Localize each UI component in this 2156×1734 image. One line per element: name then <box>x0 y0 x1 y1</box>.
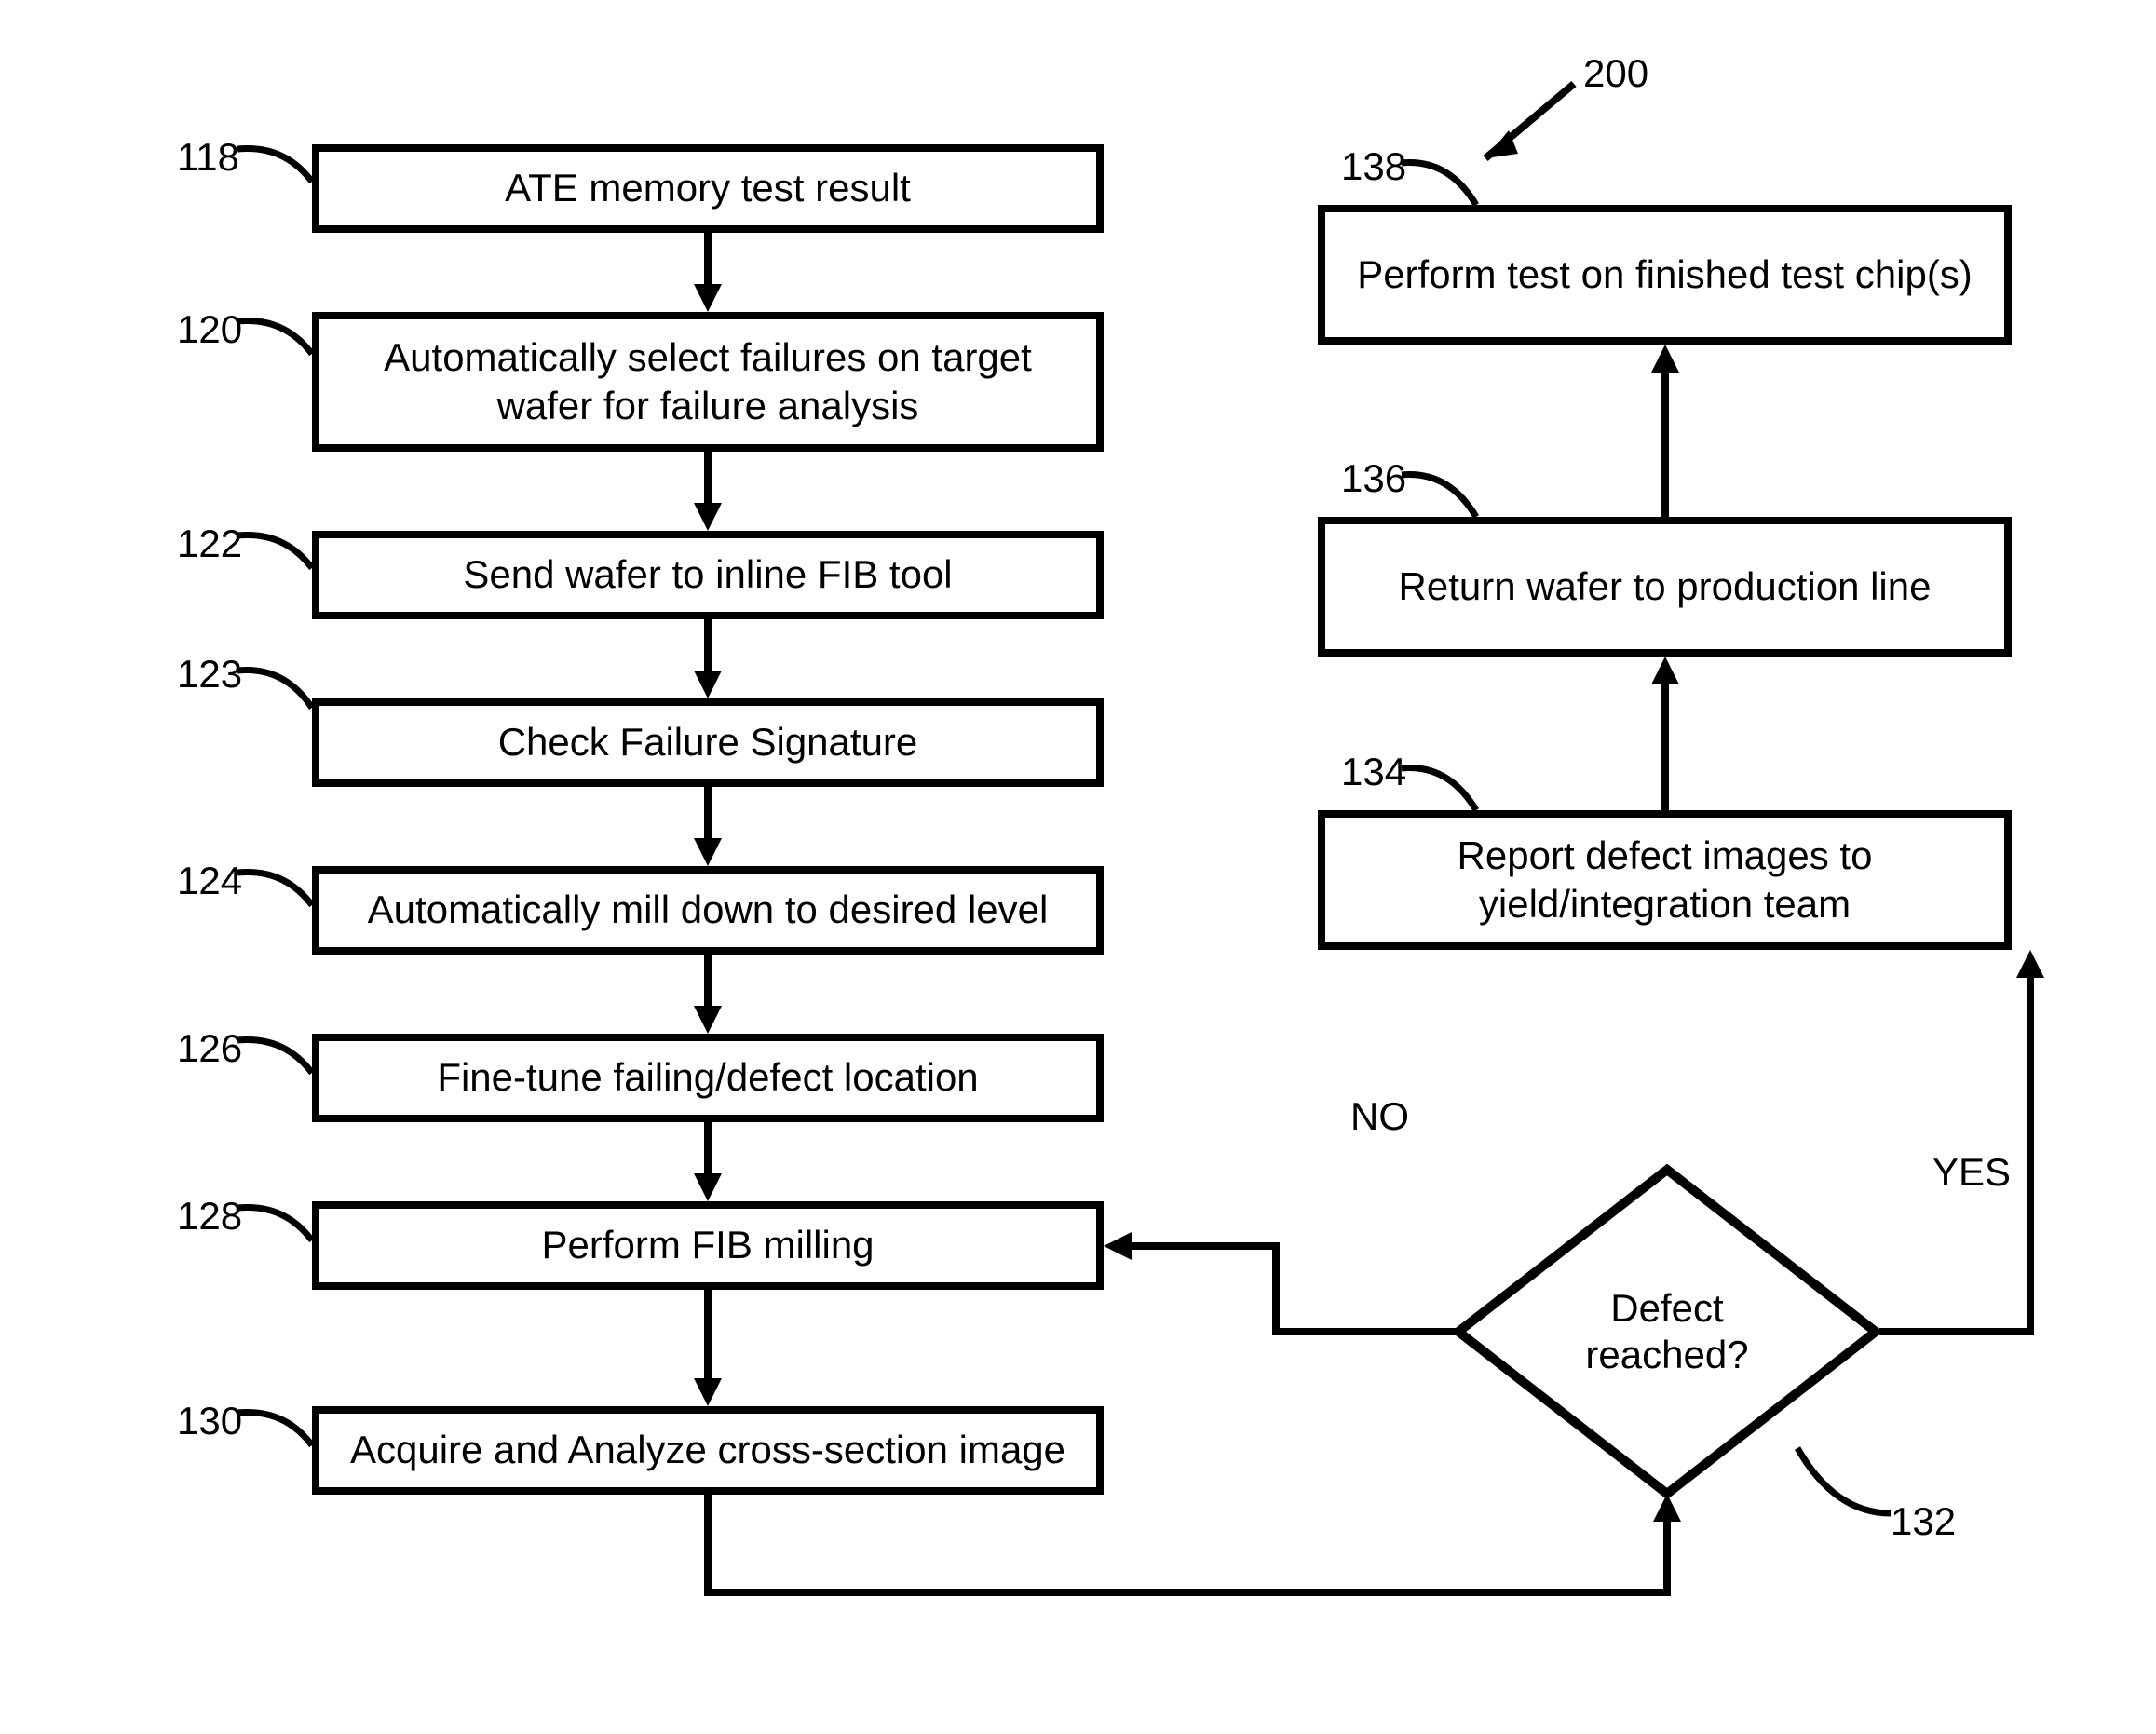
node-138: Perform test on finished test chip(s) <box>1318 205 2012 345</box>
leader-138 <box>1402 154 1485 219</box>
leader-134 <box>1402 759 1485 824</box>
node-124: Automatically mill down to desired level <box>312 866 1104 955</box>
ref-122: 122 <box>177 522 242 566</box>
arrow-134-136 <box>1647 657 1684 815</box>
node-130-text: Acquire and Analyze cross-section image <box>350 1426 1065 1475</box>
arrow-132-no-128 <box>1104 1108 1476 1350</box>
ref-200: 200 <box>1583 51 1648 96</box>
leader-118 <box>237 140 321 196</box>
node-123: Check Failure Signature <box>312 698 1104 787</box>
node-120: Automatically select failures on target … <box>312 312 1104 452</box>
edge-no-label: NO <box>1350 1094 1409 1139</box>
node-134: Report defect images to yield/integratio… <box>1318 810 2012 950</box>
leader-123 <box>237 661 321 717</box>
arrow-124-126 <box>689 955 726 1038</box>
diamond-text-span: Defect reached? <box>1585 1286 1748 1376</box>
node-136: Return wafer to production line <box>1318 517 2012 657</box>
node-134-text: Report defect images to yield/integratio… <box>1344 832 1986 929</box>
node-126: Fine-tune failing/defect location <box>312 1034 1104 1122</box>
node-128: Perform FIB milling <box>312 1201 1104 1290</box>
edge-yes-label: YES <box>1932 1150 2011 1195</box>
arrow-132-yes-134 <box>1872 950 2058 1341</box>
arrow-122-123 <box>689 619 726 703</box>
node-122-text: Send wafer to inline FIB tool <box>463 550 952 600</box>
node-124-text: Automatically mill down to desired level <box>368 886 1049 935</box>
leader-122 <box>237 526 321 582</box>
ref-120: 120 <box>177 307 242 352</box>
leader-136 <box>1402 466 1485 531</box>
node-122: Send wafer to inline FIB tool <box>312 531 1104 619</box>
node-132-text: Defect reached? <box>1565 1285 1770 1379</box>
leader-120 <box>237 312 321 368</box>
node-126-text: Fine-tune failing/defect location <box>437 1053 978 1103</box>
node-130: Acquire and Analyze cross-section image <box>312 1406 1104 1495</box>
leader-132 <box>1797 1448 1900 1523</box>
arrow-yes-join <box>1647 950 2056 1006</box>
arrow-126-128 <box>689 1122 726 1206</box>
ref-128: 128 <box>177 1194 242 1239</box>
node-136-text: Return wafer to production line <box>1399 562 1932 612</box>
arrow-118-120 <box>689 233 726 317</box>
ref-138: 138 <box>1341 144 1406 189</box>
node-120-text: Automatically select failures on target … <box>338 333 1078 431</box>
ref-124: 124 <box>177 859 242 903</box>
arrow-123-124 <box>689 787 726 871</box>
ref-123: 123 <box>177 652 242 697</box>
arrow-120-122 <box>689 452 726 535</box>
arrow-136-138 <box>1647 345 1684 522</box>
ref-134: 134 <box>1341 750 1406 794</box>
ref-130: 130 <box>177 1399 242 1443</box>
leader-130 <box>237 1403 321 1459</box>
leader-126 <box>237 1031 321 1087</box>
node-128-text: Perform FIB milling <box>541 1221 874 1270</box>
node-138-text: Perform test on finished test chip(s) <box>1357 251 1973 300</box>
arrow-130-132 <box>689 1490 1695 1611</box>
node-118: ATE memory test result <box>312 144 1104 233</box>
leader-124 <box>237 863 321 919</box>
ref-126: 126 <box>177 1026 242 1071</box>
node-118-text: ATE memory test result <box>505 164 911 213</box>
arrow-128-130 <box>689 1290 726 1411</box>
leader-128 <box>237 1199 321 1254</box>
ref-136: 136 <box>1341 456 1406 501</box>
ref-118: 118 <box>177 135 239 180</box>
ref-132: 132 <box>1891 1499 1956 1544</box>
node-123-text: Check Failure Signature <box>498 718 918 767</box>
